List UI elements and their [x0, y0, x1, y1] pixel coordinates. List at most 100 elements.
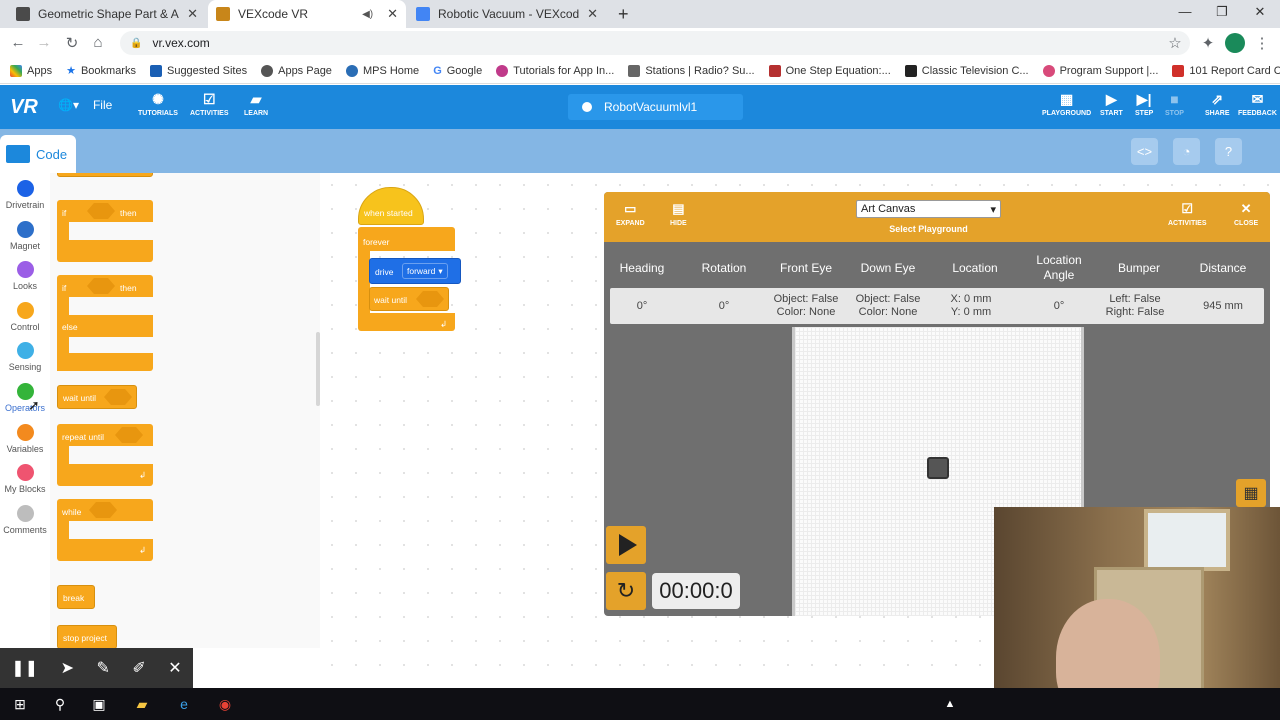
search-icon[interactable]: ⚲ — [50, 694, 70, 714]
forward-icon[interactable]: → — [34, 34, 54, 51]
url-field[interactable]: 🔒 vr.vex.com — [120, 31, 1190, 55]
edge-icon[interactable]: e — [174, 694, 194, 714]
bookmark-favicon-icon — [1042, 64, 1055, 77]
stop-button[interactable]: ■ STOP — [1165, 91, 1184, 117]
category-operators[interactable]: Operators — [0, 383, 50, 413]
drive-direction-dropdown[interactable]: forward ▾ — [402, 263, 448, 279]
expand-button[interactable]: ▭ EXPAND — [616, 201, 645, 228]
category-magnet[interactable]: Magnet — [0, 221, 50, 251]
bookmark-classic-tv[interactable]: Classic Television C... — [904, 64, 1029, 77]
home-icon[interactable]: ⌂ — [88, 34, 108, 51]
hide-button[interactable]: ▤ HIDE — [670, 202, 687, 228]
bookmark-apps[interactable]: Apps — [10, 64, 53, 77]
category-dot — [16, 302, 34, 319]
pointer-icon[interactable]: ➤ — [61, 658, 74, 678]
category-variables[interactable]: Variables — [0, 424, 50, 454]
workspace-wait-until-block[interactable]: wait until — [369, 287, 449, 311]
monitor-icon[interactable]: ◔ — [1173, 138, 1200, 165]
task-view-icon[interactable]: ▣ — [89, 694, 109, 714]
category-control[interactable]: Control — [0, 302, 50, 332]
tutorials-button[interactable]: ✺ TUTORIALS — [138, 91, 178, 117]
new-tab-button[interactable]: + — [610, 0, 638, 28]
step-button[interactable]: ▶| STEP — [1135, 91, 1153, 117]
value-bumper: Left: False Right: False — [1100, 288, 1170, 324]
playground-close-button[interactable]: ✕ CLOSE — [1234, 202, 1258, 228]
extensions-icon[interactable]: ✦ — [1198, 34, 1218, 52]
playground-select[interactable]: Art Canvas ▾ — [856, 200, 1001, 218]
bookmark-report-card[interactable]: 101 Report Card Co... — [1172, 64, 1280, 77]
bookmark-label: Apps — [27, 64, 53, 77]
learn-button[interactable]: ▰ LEARN — [244, 91, 268, 117]
windows-start-icon[interactable]: ⊞ — [10, 694, 30, 714]
close-tab-icon[interactable]: ✕ — [587, 6, 598, 22]
down-eye-color: Color: None — [858, 306, 918, 318]
bookmark-one-step[interactable]: One Step Equation:... — [768, 64, 891, 77]
category-looks[interactable]: Looks — [0, 261, 50, 291]
partial-block[interactable] — [57, 173, 153, 177]
bookmark-google[interactable]: G Google — [433, 65, 482, 77]
chrome-icon[interactable]: ◉ — [215, 694, 235, 714]
close-icon[interactable]: ✕ — [168, 658, 181, 678]
menu-icon[interactable]: ⋮ — [1252, 34, 1272, 52]
category-sensing[interactable]: Sensing — [0, 342, 50, 372]
project-name[interactable]: RobotVacuumlvl1 — [568, 94, 743, 120]
help-icon[interactable]: ? — [1215, 138, 1242, 165]
activities-button[interactable]: ☑ ACTIVITIES — [190, 91, 229, 117]
feedback-button[interactable]: ✉ FEEDBACK — [1238, 91, 1277, 117]
playground-play-button[interactable] — [606, 526, 646, 564]
profile-avatar[interactable] — [1225, 33, 1245, 53]
bookmark-label: Tutorials for App In... — [513, 64, 615, 77]
grid-icon[interactable]: ▦ — [1236, 479, 1266, 507]
minimize-icon[interactable]: — — [1170, 4, 1200, 19]
drive-block[interactable]: drive forward ▾ — [369, 258, 461, 284]
close-tab-icon[interactable]: ✕ — [187, 6, 198, 22]
checkbox-icon: ☑ — [1181, 201, 1194, 216]
when-started-block[interactable]: when started — [358, 187, 424, 225]
back-icon[interactable]: ← — [8, 34, 28, 51]
share-button[interactable]: ⇗ SHARE — [1205, 91, 1230, 117]
restore-icon[interactable]: ❐ — [1207, 4, 1237, 20]
window-close-icon[interactable]: ✕ — [1245, 4, 1275, 20]
bookmark-apps-page[interactable]: Apps Page — [261, 64, 332, 77]
bookmark-suggested[interactable]: Suggested Sites — [149, 64, 247, 77]
value-location: X: 0 mm Y: 0 mm — [936, 288, 1006, 324]
globe-icon[interactable]: 🌐▾ — [58, 98, 79, 112]
playground-button[interactable]: ▦ PLAYGROUND — [1042, 91, 1091, 117]
bookmark-bookmarks[interactable]: ★ Bookmarks — [66, 64, 136, 78]
browser-tab-robotic-vacuum[interactable]: Robotic Vacuum - VEXcode VR - ✕ — [408, 0, 606, 28]
condition-slot[interactable] — [416, 291, 444, 307]
bookmark-program-support[interactable]: Program Support |... — [1042, 64, 1158, 77]
expand-icon: ▭ — [624, 201, 637, 216]
code-tab[interactable]: Code — [0, 135, 76, 173]
category-my-blocks[interactable]: My Blocks — [0, 464, 50, 494]
bookmark-mps-home[interactable]: MPS Home — [345, 64, 419, 77]
file-label[interactable]: File — [93, 98, 112, 112]
category-comments[interactable]: Comments — [0, 505, 50, 535]
condition-slot[interactable] — [104, 389, 132, 405]
wait-until-block[interactable]: wait until — [57, 385, 137, 409]
highlighter-icon[interactable]: ✐ — [132, 658, 145, 678]
browser-tab-vexcode[interactable]: VEXcode VR ◀) ✕ — [208, 0, 406, 28]
bookmark-stations[interactable]: Stations | Radio? Su... — [628, 64, 755, 77]
bookmarks-bar: Apps ★ Bookmarks Suggested Sites Apps Pag… — [0, 58, 1280, 84]
bookmark-label: Google — [446, 64, 483, 77]
start-button[interactable]: ▶ START — [1100, 91, 1123, 117]
file-explorer-icon[interactable]: ▰ — [132, 694, 152, 714]
playground-activities-button[interactable]: ☑ ACTIVITIES — [1168, 201, 1207, 228]
stop-project-block[interactable]: stop project — [57, 625, 117, 648]
close-tab-icon[interactable]: ✕ — [387, 6, 398, 22]
file-menu[interactable]: 🌐▾ File — [58, 98, 112, 112]
pen-icon[interactable]: ✎ — [96, 658, 109, 678]
break-block[interactable]: break — [57, 585, 95, 609]
bookmark-tutorials[interactable]: Tutorials for App In... — [496, 64, 615, 77]
if-label: if — [62, 283, 67, 293]
pause-icon[interactable]: ❚❚ — [11, 658, 38, 678]
tray-icon[interactable]: ▲ — [940, 694, 960, 714]
playground-reset-button[interactable]: ↻ — [606, 572, 646, 610]
speaker-icon[interactable]: ◀) — [362, 9, 373, 20]
code-viewer-icon[interactable]: <> — [1131, 138, 1158, 165]
browser-tab-geometric[interactable]: Geometric Shape Part & Assemb ✕ — [8, 0, 206, 28]
category-drivetrain[interactable]: Drivetrain — [0, 180, 50, 210]
star-icon[interactable]: ☆ — [1165, 34, 1185, 52]
reload-icon[interactable]: ↻ — [62, 34, 82, 52]
